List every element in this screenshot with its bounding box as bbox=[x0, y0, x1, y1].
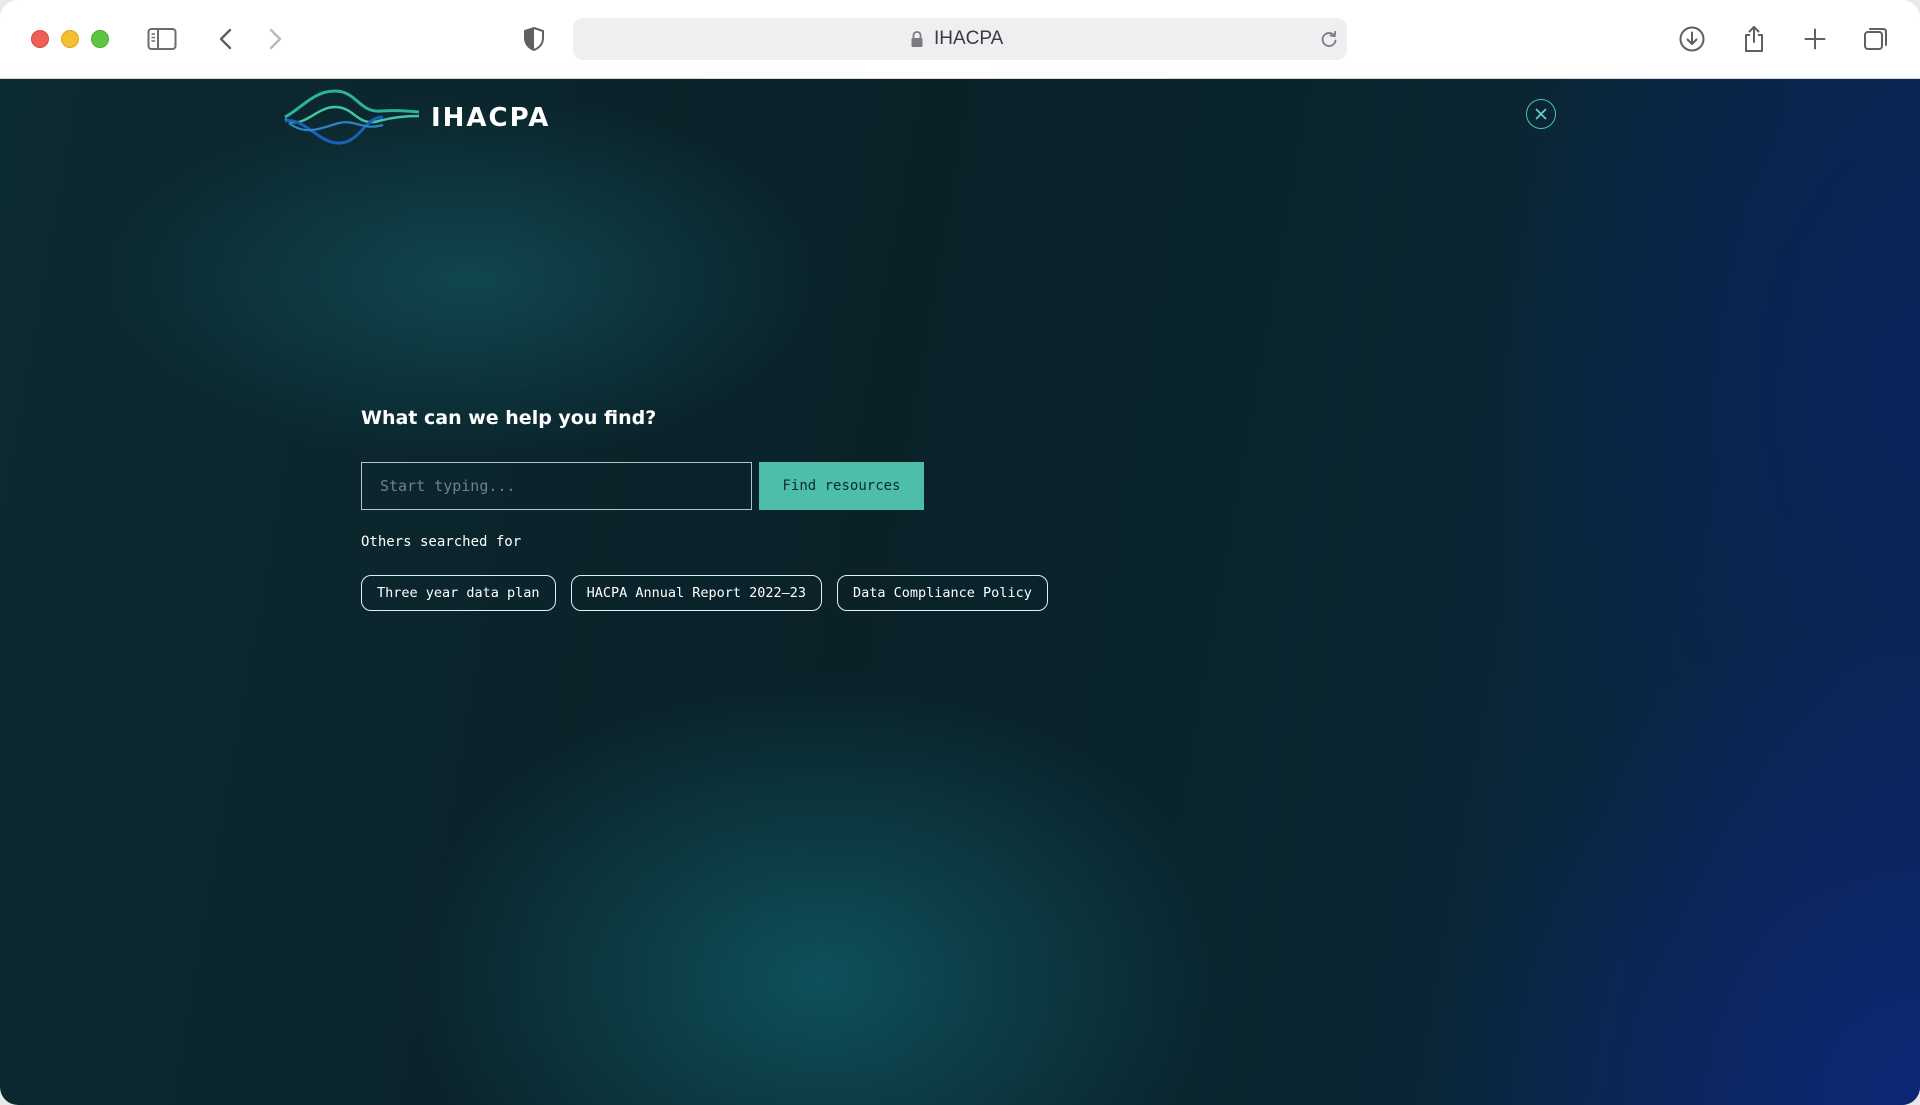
logo-text: IHACPA bbox=[431, 103, 551, 133]
address-bar[interactable]: IHACPA bbox=[573, 18, 1347, 60]
search-overlay-page: IHACPA What can we help you find? Find r… bbox=[0, 79, 1920, 1105]
find-resources-button[interactable]: Find resources bbox=[759, 462, 924, 510]
sidebar-icon[interactable] bbox=[143, 20, 181, 58]
logo-wave-icon bbox=[284, 89, 420, 145]
browser-toolbar: IHACPA bbox=[0, 0, 1920, 79]
search-input[interactable] bbox=[361, 462, 752, 510]
close-search-button[interactable] bbox=[1526, 99, 1556, 129]
suggestion-chip[interactable]: HACPA Annual Report 2022–23 bbox=[570, 575, 823, 611]
search-heading: What can we help you find? bbox=[361, 407, 657, 429]
minimize-window-button[interactable] bbox=[61, 30, 79, 48]
zoom-window-button[interactable] bbox=[91, 30, 109, 48]
address-bar-url: IHACPA bbox=[934, 28, 1004, 49]
chevron-left-icon[interactable] bbox=[207, 20, 245, 58]
suggestion-chip[interactable]: Data Compliance Policy bbox=[837, 575, 1048, 611]
close-icon bbox=[1535, 108, 1547, 120]
suggestion-chip[interactable]: Three year data plan bbox=[361, 575, 556, 611]
share-icon[interactable] bbox=[1735, 20, 1773, 58]
plus-icon[interactable] bbox=[1796, 20, 1834, 58]
site-logo[interactable]: IHACPA bbox=[283, 87, 550, 149]
browser-window: IHACPA IHACPA What can we help you find?… bbox=[0, 0, 1920, 1105]
reload-icon[interactable] bbox=[1319, 28, 1339, 54]
search-row: Find resources bbox=[361, 462, 924, 510]
shield-icon[interactable] bbox=[515, 20, 553, 58]
search-block: What can we help you find? Find resource… bbox=[361, 406, 1061, 611]
lock-icon bbox=[910, 30, 924, 52]
others-searched-label: Others searched for bbox=[361, 534, 522, 550]
close-window-button[interactable] bbox=[31, 30, 49, 48]
suggestion-chips: Three year data plan HACPA Annual Report… bbox=[361, 575, 1063, 611]
chevron-right-icon[interactable] bbox=[256, 20, 294, 58]
tabs-overview-icon[interactable] bbox=[1857, 20, 1895, 58]
download-icon[interactable] bbox=[1673, 20, 1711, 58]
